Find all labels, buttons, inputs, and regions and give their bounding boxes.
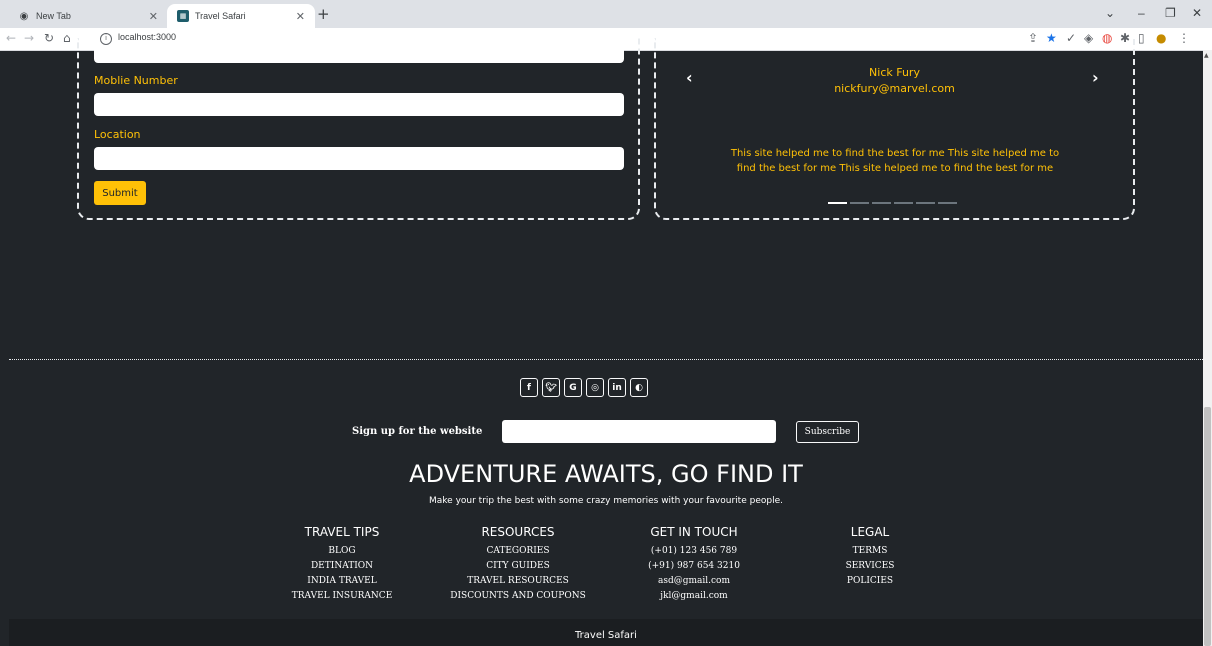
site-favicon-icon: ▦ bbox=[177, 10, 189, 22]
brand-name: Travel Safari bbox=[575, 630, 637, 641]
previous-input-field[interactable] bbox=[94, 50, 624, 63]
column-title: RESOURCES bbox=[481, 525, 555, 539]
scroll-up-icon[interactable]: ▲ bbox=[1204, 52, 1209, 59]
linkedin-icon[interactable]: in bbox=[608, 378, 626, 397]
footer-link[interactable]: asd@gmail.com bbox=[594, 574, 794, 589]
browser-tab-bar: ◉ New Tab ✕ ▦ Travel Safari ✕ + ⌄ – ❐ ✕ bbox=[0, 0, 1212, 28]
footer-link[interactable]: TERMS bbox=[770, 544, 970, 559]
chrome-icon: ◉ bbox=[19, 10, 29, 22]
twitter-icon[interactable]: 🐦︎ bbox=[542, 378, 560, 397]
column-title: GET IN TOUCH bbox=[650, 525, 738, 539]
back-icon[interactable]: ← bbox=[6, 31, 16, 45]
submit-button[interactable]: Submit bbox=[94, 181, 146, 205]
tab-title: New Tab bbox=[36, 11, 71, 21]
footer-link[interactable]: TRAVEL RESOURCES bbox=[418, 574, 618, 589]
carousel-indicator[interactable] bbox=[894, 202, 913, 204]
mobile-number-label: Moblie Number bbox=[94, 74, 178, 87]
subscribe-button[interactable]: Subscribe bbox=[796, 421, 859, 443]
mobile-number-input[interactable] bbox=[94, 93, 624, 116]
signup-email-input[interactable] bbox=[502, 420, 776, 443]
instagram-icon[interactable]: ◎ bbox=[586, 378, 604, 397]
restore-icon[interactable]: ❐ bbox=[1165, 6, 1176, 20]
signup-label: Sign up for the website bbox=[352, 426, 483, 437]
page-scrollbar[interactable]: ▲ bbox=[1203, 50, 1212, 646]
close-icon[interactable]: ✕ bbox=[296, 10, 305, 23]
testimonial-name: Nick Fury bbox=[869, 66, 920, 79]
footer-link[interactable]: jkl@gmail.com bbox=[594, 589, 794, 604]
carousel-indicator[interactable] bbox=[938, 202, 957, 204]
minimize-icon[interactable]: – bbox=[1138, 6, 1145, 20]
close-icon[interactable]: ✕ bbox=[149, 10, 158, 23]
side-panel-icon[interactable]: ▯ bbox=[1138, 31, 1145, 45]
forward-icon[interactable]: → bbox=[24, 31, 34, 45]
footer-column-travel-tips: TRAVEL TIPS BLOG DETINATION INDIA TRAVEL… bbox=[242, 525, 442, 604]
menu-kebab-icon[interactable]: ⋮ bbox=[1178, 31, 1190, 45]
scroll-thumb[interactable] bbox=[1204, 407, 1211, 646]
testimonial-email: nickfury@marvel.com bbox=[834, 82, 955, 95]
footer-column-legal: LEGAL TERMS SERVICES POLICIES bbox=[770, 525, 970, 589]
location-input[interactable] bbox=[94, 147, 624, 170]
footer-link[interactable]: BLOG bbox=[242, 544, 442, 559]
footer-link[interactable]: CITY GUIDES bbox=[418, 559, 618, 574]
window-close-icon[interactable]: ✕ bbox=[1192, 6, 1202, 20]
google-icon[interactable]: G bbox=[564, 378, 582, 397]
carousel-indicator[interactable] bbox=[828, 202, 847, 204]
profile-avatar-icon[interactable]: ● bbox=[1156, 31, 1166, 45]
footer-divider bbox=[9, 359, 1203, 360]
footer-headline: ADVENTURE AWAITS, GO FIND IT bbox=[409, 460, 803, 488]
footer-link[interactable]: DISCOUNTS AND COUPONS bbox=[418, 589, 618, 604]
column-title: TRAVEL TIPS bbox=[304, 525, 380, 539]
home-icon[interactable]: ⌂ bbox=[63, 31, 71, 45]
new-tab-plus-icon[interactable]: + bbox=[317, 5, 330, 23]
github-icon[interactable]: ◐ bbox=[630, 378, 648, 397]
footer-column-get-in-touch: GET IN TOUCH (+01) 123 456 789 (+91) 987… bbox=[594, 525, 794, 604]
footer-link[interactable]: INDIA TRAVEL bbox=[242, 574, 442, 589]
facebook-icon[interactable]: f bbox=[520, 378, 538, 397]
tab-title: Travel Safari bbox=[195, 11, 246, 21]
location-label: Location bbox=[94, 128, 141, 141]
footer-link[interactable]: CATEGORIES bbox=[418, 544, 618, 559]
footer-link[interactable]: POLICIES bbox=[770, 574, 970, 589]
footer-link[interactable]: (+91) 987 654 3210 bbox=[594, 559, 794, 574]
testimonial-text: This site helped me to find the best for… bbox=[730, 148, 1060, 174]
footer-link[interactable]: TRAVEL INSURANCE bbox=[242, 589, 442, 604]
social-links: f 🐦︎ G ◎ in ◐ bbox=[520, 378, 648, 397]
carousel-indicator[interactable] bbox=[872, 202, 891, 204]
tab-travel-safari[interactable]: ▦ Travel Safari ✕ bbox=[167, 4, 315, 28]
tab-search-chevron-icon[interactable]: ⌄ bbox=[1105, 6, 1115, 20]
footer-link[interactable]: SERVICES bbox=[770, 559, 970, 574]
carousel-indicators bbox=[828, 202, 957, 204]
contact-form-card bbox=[77, 38, 640, 220]
tab-new-tab[interactable]: ◉ New Tab ✕ bbox=[8, 4, 168, 28]
footer-link[interactable]: DETINATION bbox=[242, 559, 442, 574]
footer-link[interactable]: (+01) 123 456 789 bbox=[594, 544, 794, 559]
carousel-indicator[interactable] bbox=[916, 202, 935, 204]
column-title: LEGAL bbox=[850, 525, 890, 539]
footer-column-resources: RESOURCES CATEGORIES CITY GUIDES TRAVEL … bbox=[418, 525, 618, 604]
reload-icon[interactable]: ↻ bbox=[44, 31, 54, 45]
footer-subline: Make your trip the best with some crazy … bbox=[429, 496, 783, 506]
carousel-indicator[interactable] bbox=[850, 202, 869, 204]
